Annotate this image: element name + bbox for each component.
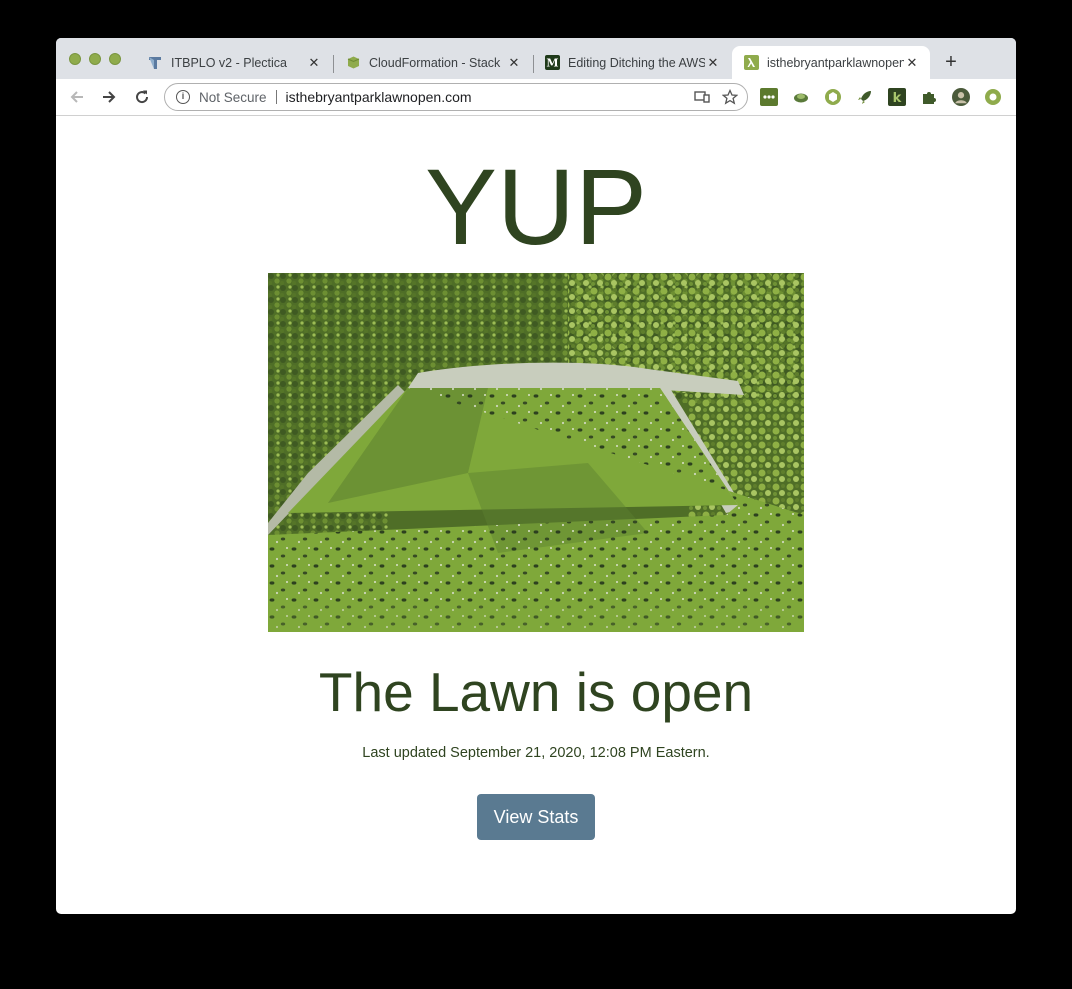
arrow-left-icon (70, 91, 83, 103)
browser-window: ITBPLO v2 - Plectica ✕ CloudFormation - … (56, 38, 1016, 914)
ext-turtle-icon[interactable] (792, 88, 810, 106)
ext-grid-icon[interactable] (760, 88, 778, 106)
lambda-icon (744, 55, 759, 70)
ext-k-icon[interactable]: k (888, 88, 906, 106)
view-stats-button[interactable]: View Stats (477, 794, 595, 840)
window-controls (69, 53, 121, 65)
page-content: YUP The Lawn is open Last updated Septem… (56, 117, 1016, 914)
plectica-icon (148, 55, 163, 70)
reload-button[interactable] (131, 86, 153, 108)
new-tab-button[interactable]: + (940, 51, 962, 73)
close-tab-icon[interactable]: ✕ (904, 55, 920, 71)
svg-text:k: k (893, 91, 902, 106)
close-tab-icon[interactable]: ✕ (705, 55, 721, 71)
cast-icon[interactable] (691, 88, 713, 106)
address-divider (275, 90, 277, 104)
tab-title: isthebryantparklawnopen (767, 55, 904, 70)
cloudformation-icon (346, 55, 361, 70)
close-window-button[interactable] (69, 53, 81, 65)
profile-avatar[interactable] (952, 88, 970, 106)
tab-title: ITBPLO v2 - Plectica (171, 55, 288, 70)
close-tab-icon[interactable]: ✕ (306, 55, 322, 71)
tab-medium[interactable]: M Editing Ditching the AWS ✕ (533, 46, 731, 79)
ext-hex-icon[interactable] (824, 88, 842, 106)
puzzle-icon[interactable] (920, 88, 938, 106)
security-label: Not Secure (199, 89, 267, 105)
forward-button[interactable] (98, 86, 120, 108)
back-button[interactable] (66, 86, 88, 108)
minimize-window-button[interactable] (89, 53, 101, 65)
address-bar[interactable]: i Not Secure isthebryantparklawnopen.com (164, 83, 748, 111)
medium-icon: M (545, 55, 560, 70)
close-tab-icon[interactable]: ✕ (506, 55, 522, 71)
browser-toolbar: i Not Secure isthebryantparklawnopen.com… (56, 79, 1016, 116)
svg-text:M: M (546, 57, 558, 70)
last-updated-text: Last updated September 21, 2020, 12:08 P… (362, 745, 710, 761)
info-icon[interactable]: i (176, 90, 190, 104)
ext-rocket-icon[interactable] (856, 88, 874, 106)
tab-cloudformation[interactable]: CloudFormation - Stack ✕ (334, 46, 532, 79)
reload-icon (136, 90, 149, 104)
tab-title: Editing Ditching the AWS (568, 55, 705, 70)
zoom-window-button[interactable] (109, 53, 121, 65)
page-headline: YUP (424, 146, 648, 267)
tab-lawn-active[interactable]: isthebryantparklawnopen ✕ (732, 46, 930, 79)
tab-title: CloudFormation - Stack (369, 55, 501, 70)
park-lawn-photo (268, 273, 804, 632)
tab-plectica[interactable]: ITBPLO v2 - Plectica ✕ (136, 46, 332, 79)
arrow-right-icon (103, 91, 116, 103)
lawn-status-title: The Lawn is open (318, 661, 754, 723)
bookmark-star-icon[interactable] (719, 88, 741, 106)
ext-circle-icon[interactable] (984, 88, 1002, 106)
tab-strip: ITBPLO v2 - Plectica ✕ CloudFormation - … (56, 38, 1016, 79)
url-text[interactable]: isthebryantparklawnopen.com (286, 89, 691, 105)
